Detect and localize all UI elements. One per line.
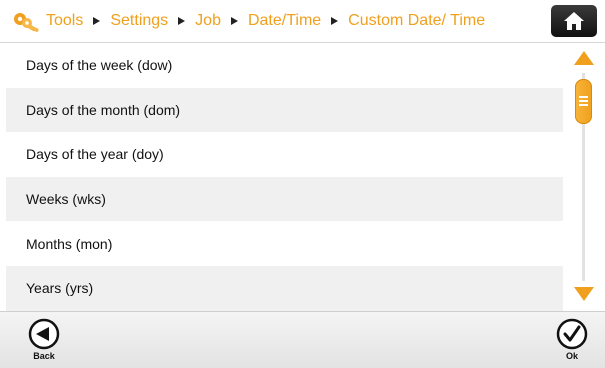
breadcrumb-date-time[interactable]: Date/Time (248, 12, 321, 30)
list-item-mon[interactable]: Months (mon) (6, 221, 563, 266)
ok-button[interactable]: Ok (552, 318, 592, 361)
breadcrumb-tools[interactable]: Tools (46, 12, 83, 30)
home-icon (564, 12, 584, 30)
back-button[interactable]: Back (24, 318, 64, 361)
list-item-dom[interactable]: Days of the month (dom) (6, 87, 563, 133)
breadcrumb-separator-icon (178, 17, 186, 25)
checkmark-icon (556, 318, 588, 350)
scroll-down-arrow-icon[interactable] (574, 287, 594, 301)
breadcrumb-separator-icon (93, 17, 101, 25)
breadcrumb-custom-date-time: Custom Date/ Time (348, 12, 486, 29)
ok-label: Ok (565, 351, 578, 361)
header-bar: Tools Settings Job Date/Time Custom Date… (0, 0, 605, 43)
home-button[interactable] (551, 5, 597, 37)
scroll-up-arrow-icon[interactable] (574, 51, 594, 65)
breadcrumb-settings[interactable]: Settings (110, 12, 168, 30)
breadcrumb: Tools Settings Job Date/Time Custom Date… (46, 0, 485, 42)
options-list: Days of the week (dow) Days of the month… (6, 43, 563, 311)
keys-icon (14, 13, 39, 33)
scrollbar-thumb[interactable] (575, 79, 592, 124)
back-arrow-icon (28, 318, 60, 350)
list-item-wks[interactable]: Weeks (wks) (6, 176, 563, 222)
footer-bar: Back Ok (0, 311, 605, 368)
grip-line (579, 104, 588, 106)
screen: Tools Settings Job Date/Time Custom Date… (0, 0, 605, 368)
scrollbar[interactable] (566, 43, 602, 311)
breadcrumb-job[interactable]: Job (195, 12, 221, 30)
grip-line (579, 96, 588, 98)
list-item-doy[interactable]: Days of the year (doy) (6, 132, 563, 177)
list-item-yrs[interactable]: Years (yrs) (6, 265, 563, 311)
breadcrumb-separator-icon (331, 17, 339, 25)
breadcrumb-separator-icon (230, 17, 238, 25)
grip-line (579, 100, 588, 102)
list-item-dow[interactable]: Days of the week (dow) (6, 43, 563, 88)
back-label: Back (33, 351, 55, 361)
